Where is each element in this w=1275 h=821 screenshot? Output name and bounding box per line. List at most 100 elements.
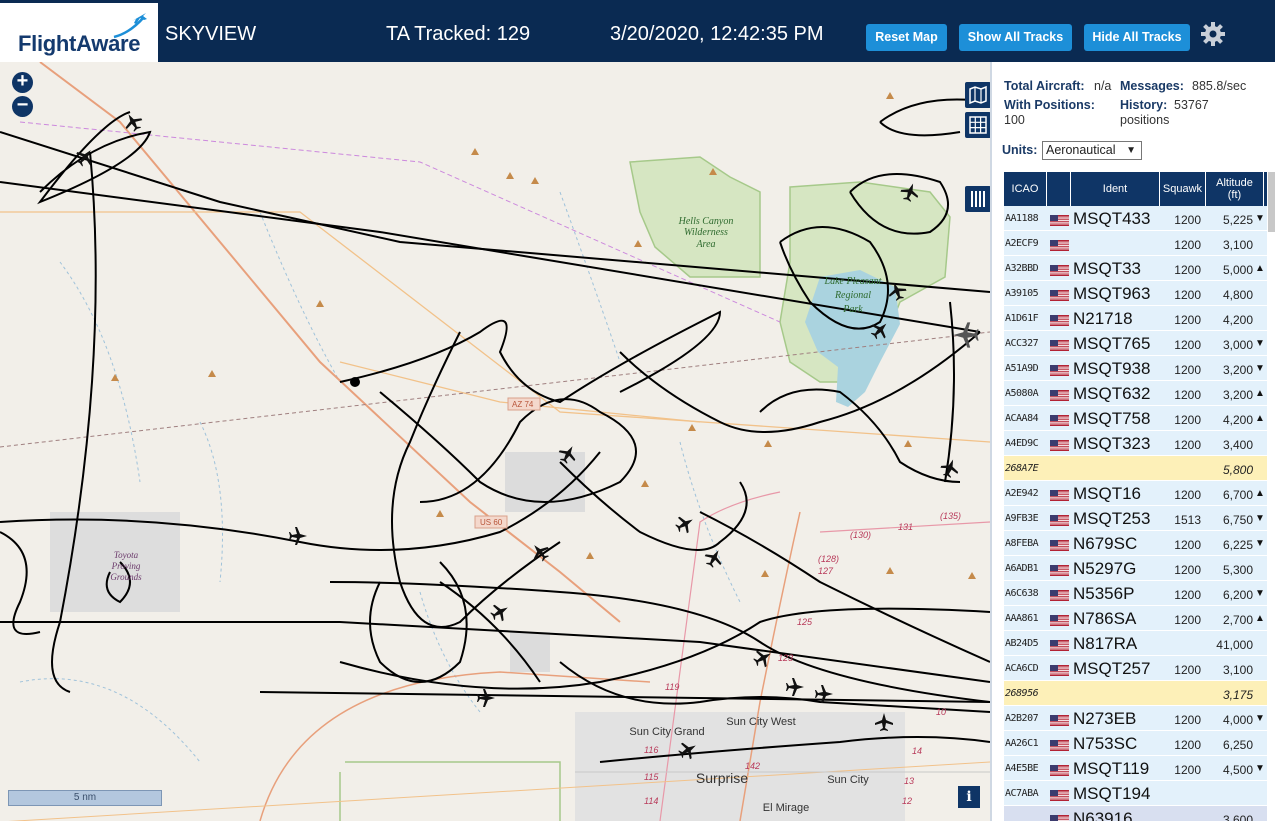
top-header: FlightAware SKYVIEW TA Tracked: 129 3/20…	[0, 0, 1275, 65]
aircraft-table: AA1188 MSQT433 1200 5,225 ▼ A2ECF9 1200 3,100 A3…	[1004, 206, 1267, 821]
us-flag-icon	[1050, 588, 1069, 601]
table-row[interactable]: AA1188 MSQT433 1200 5,225 ▼	[1004, 206, 1267, 231]
row-altitude: 3,400	[1222, 438, 1253, 452]
scale-bar: 5 nm	[8, 790, 162, 806]
row-altitude: 3,600	[1222, 813, 1253, 821]
row-squawk: 1200	[1174, 488, 1201, 502]
table-row[interactable]: A4E5BE MSQT119 1200 4,500 ▼	[1004, 756, 1267, 781]
history-label: History:	[1120, 98, 1168, 112]
row-icao: AA26C1	[1005, 738, 1039, 749]
units-dropdown[interactable]: Aeronautical ▼	[1042, 141, 1142, 160]
table-row[interactable]: A39105 MSQT963 1200 4,800	[1004, 281, 1267, 306]
altitude-trend-icon: ▼	[1255, 713, 1265, 724]
grid-icon[interactable]	[965, 112, 990, 138]
svg-text:123: 123	[778, 653, 793, 663]
table-row[interactable]: A32BBD MSQT33 1200 5,000 ▲	[1004, 256, 1267, 281]
svg-text:127: 127	[818, 566, 834, 576]
col-icao[interactable]: ICAO	[1004, 172, 1047, 206]
row-ident: MSQT938	[1073, 359, 1151, 378]
table-row[interactable]: A2B207 N273EB 1200 4,000 ▼	[1004, 706, 1267, 731]
map-icon[interactable]	[965, 82, 990, 108]
hide-all-tracks-button[interactable]: Hide All Tracks	[1084, 24, 1190, 51]
us-flag-icon	[1050, 488, 1069, 501]
row-ident: MSQT433	[1073, 209, 1151, 228]
table-row[interactable]: A6C638 N5356P 1200 6,200 ▼	[1004, 581, 1267, 606]
logo-plane-icon	[113, 13, 147, 39]
columns-icon[interactable]	[965, 186, 990, 212]
col-ident[interactable]: Ident	[1071, 172, 1160, 206]
table-row[interactable]: N63916 3,600	[1004, 806, 1267, 821]
row-ident: N5356P	[1073, 584, 1135, 603]
svg-text:(135): (135)	[940, 511, 961, 521]
altitude-trend-icon: ▼	[1255, 538, 1265, 549]
map-canvas[interactable]: Hells Canyon Wilderness Area Lake Pleasa…	[0, 62, 990, 821]
chevron-down-icon: ▼	[1126, 145, 1136, 156]
table-row[interactable]: AC7ABA MSQT194	[1004, 781, 1267, 806]
table-row[interactable]: A51A9D MSQT938 1200 3,200 ▼	[1004, 356, 1267, 381]
row-altitude: 3,200	[1222, 388, 1253, 402]
table-row[interactable]: 268956 3,175	[1004, 681, 1267, 706]
us-flag-icon	[1050, 788, 1069, 801]
col-flag[interactable]	[1047, 172, 1071, 206]
us-flag-icon	[1050, 763, 1069, 776]
us-flag-icon	[1050, 388, 1069, 401]
table-header: ICAO Ident Squawk Altitude (ft)	[1004, 172, 1267, 206]
table-row[interactable]: A9FB3E MSQT253 1513 6,750 ▼	[1004, 506, 1267, 531]
table-row[interactable]: A8FEBA N679SC 1200 6,225 ▼	[1004, 531, 1267, 556]
info-icon[interactable]: i	[958, 786, 980, 808]
us-flag-icon	[1050, 513, 1069, 526]
svg-text:Grounds: Grounds	[110, 572, 142, 582]
col-altitude[interactable]: Altitude (ft)	[1206, 172, 1264, 206]
us-flag-icon	[1050, 238, 1069, 251]
table-row[interactable]: A6ADB1 N5297G 1200 5,300	[1004, 556, 1267, 581]
table-row[interactable]: ACA6CD MSQT257 1200 3,100	[1004, 656, 1267, 681]
row-squawk: 1200	[1174, 238, 1201, 252]
svg-text:12: 12	[902, 796, 912, 806]
zoom-in-button[interactable]: +	[12, 71, 33, 93]
with-positions-value: 100	[1004, 113, 1025, 127]
el-mirage-label: El Mirage	[763, 802, 809, 814]
gear-icon[interactable]	[1200, 21, 1226, 47]
row-icao: AB24D5	[1005, 638, 1039, 649]
altitude-trend-icon: ▲	[1255, 488, 1265, 499]
table-row[interactable]: A4ED9C MSQT323 1200 3,400	[1004, 431, 1267, 456]
table-row[interactable]: A1D61F N21718 1200 4,200	[1004, 306, 1267, 331]
row-icao: A2B207	[1005, 713, 1039, 724]
table-row[interactable]: 268A7E 5,800	[1004, 456, 1267, 481]
table-row[interactable]: AA26C1 N753SC 1200 6,250	[1004, 731, 1267, 756]
table-row[interactable]: ACC327 MSQT765 1200 3,000 ▼	[1004, 331, 1267, 356]
table-row[interactable]: AAA861 N786SA 1200 2,700 ▲	[1004, 606, 1267, 631]
reset-map-button[interactable]: Reset Map	[866, 24, 947, 51]
scrollbar[interactable]	[1268, 172, 1275, 232]
col-squawk[interactable]: Squawk	[1160, 172, 1206, 206]
tracked-count: TA Tracked: 129	[386, 23, 531, 45]
table-row[interactable]: A2ECF9 1200 3,100	[1004, 231, 1267, 256]
map-view[interactable]: Hells Canyon Wilderness Area Lake Pleasa…	[0, 62, 990, 821]
table-row[interactable]: A2E942 MSQT16 1200 6,700 ▲	[1004, 481, 1267, 506]
svg-text:114: 114	[644, 796, 658, 806]
table-row[interactable]: ACAA84 MSQT758 1200 4,200 ▲	[1004, 406, 1267, 431]
svg-text:125: 125	[797, 617, 813, 627]
table-row[interactable]: A5080A MSQT632 1200 3,200 ▲	[1004, 381, 1267, 406]
table-row[interactable]: AB24D5 N817RA 41,000	[1004, 631, 1267, 656]
row-altitude: 4,500	[1222, 763, 1253, 777]
row-icao: A4E5BE	[1005, 763, 1039, 774]
total-aircraft-value: n/a	[1094, 79, 1112, 93]
row-ident: MSQT323	[1073, 434, 1151, 453]
sun-city-west-label: Sun City West	[726, 716, 796, 728]
zoom-out-button[interactable]: −	[12, 95, 33, 117]
flightaware-logo[interactable]: FlightAware	[0, 3, 158, 65]
svg-text:Wilderness: Wilderness	[684, 227, 728, 238]
row-altitude: 5,000	[1222, 263, 1253, 277]
messages-value: 885.8/sec	[1192, 79, 1247, 93]
row-icao: A4ED9C	[1005, 438, 1039, 449]
row-icao: A6C638	[1005, 588, 1039, 599]
us-flag-icon	[1050, 263, 1069, 276]
row-squawk: 1200	[1174, 213, 1201, 227]
row-altitude: 4,200	[1222, 413, 1253, 427]
show-all-tracks-button[interactable]: Show All Tracks	[959, 24, 1072, 51]
row-altitude: 4,000	[1222, 713, 1253, 727]
us-flag-icon	[1050, 663, 1069, 676]
row-squawk: 1200	[1174, 338, 1201, 352]
total-aircraft-label: Total Aircraft:	[1004, 79, 1085, 93]
